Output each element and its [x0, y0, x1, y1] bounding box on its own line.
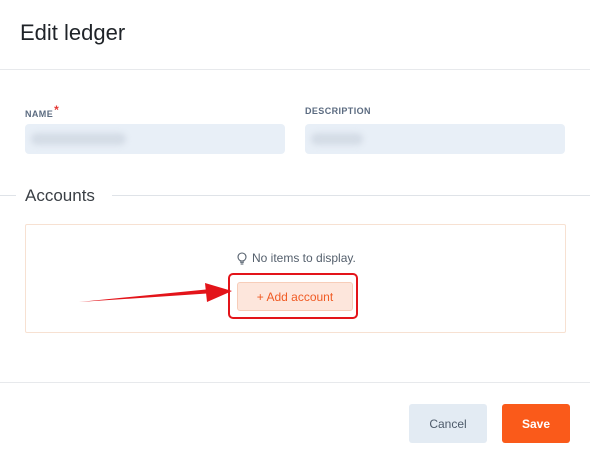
name-label-text: NAME: [25, 109, 54, 119]
footer-divider: [0, 382, 590, 383]
lightbulb-icon: [237, 251, 247, 265]
dialog-header: Edit ledger: [0, 0, 590, 70]
cancel-button[interactable]: Cancel: [409, 404, 487, 443]
description-field[interactable]: [305, 124, 565, 154]
accounts-divider-left: [0, 195, 16, 196]
save-button[interactable]: Save: [502, 404, 570, 443]
accounts-heading: Accounts: [25, 186, 95, 205]
description-field-redacted-value: [311, 133, 363, 145]
empty-state: No items to display.: [236, 251, 356, 265]
add-account-button[interactable]: + Add account: [237, 282, 353, 311]
name-field-redacted-value: [31, 133, 126, 145]
name-field[interactable]: [25, 124, 285, 154]
required-asterisk: *: [54, 103, 60, 117]
accounts-divider-right: [112, 195, 590, 196]
empty-state-text: No items to display.: [252, 251, 356, 265]
name-label: NAME*: [25, 103, 60, 120]
dialog-title: Edit ledger: [20, 20, 126, 45]
description-label: DESCRIPTION: [305, 106, 371, 116]
